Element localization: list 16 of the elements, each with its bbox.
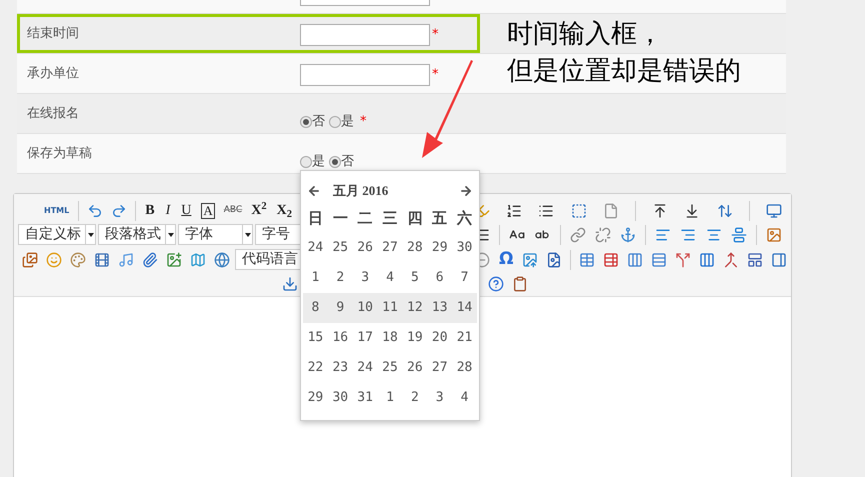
weekday-label: 五: [431, 208, 448, 229]
required-mark: *: [360, 113, 366, 131]
annotation-text: 但是位置却是错误的: [507, 55, 741, 88]
required-mark: *: [432, 66, 438, 84]
month-title: 五月 2016: [333, 182, 388, 200]
field-label: 承办单位: [27, 66, 79, 81]
weekday-label: 六: [456, 208, 474, 229]
field-label: 结束时间: [27, 26, 79, 41]
weekday-label: 三: [381, 208, 398, 229]
annotation-text: 时间输入框，: [507, 18, 664, 51]
required-mark: *: [432, 26, 438, 44]
weekday-label: 四: [406, 208, 424, 229]
weekday-label: 二: [356, 208, 374, 229]
field-label: 保存为草稿: [27, 146, 92, 161]
weekday-label: 一: [332, 208, 349, 229]
field-label: 在线报名: [27, 106, 79, 121]
